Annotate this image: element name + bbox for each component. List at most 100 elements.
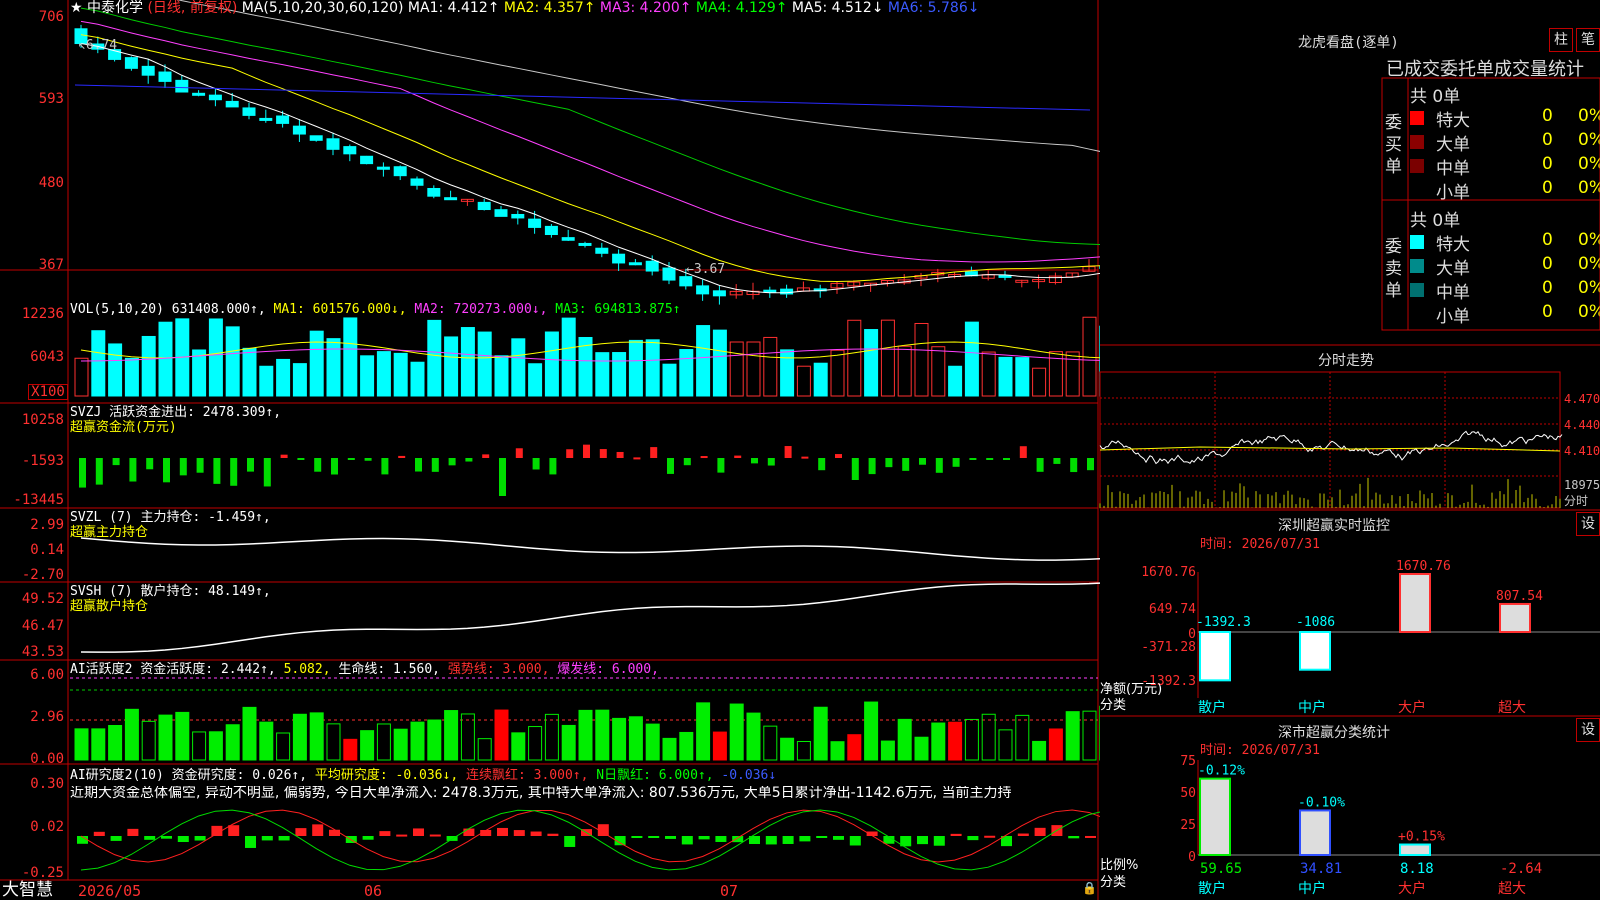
candle-body — [696, 285, 710, 295]
volume-bar — [141, 335, 156, 397]
classify-bar-2 — [1399, 843, 1431, 857]
ai-active-bar — [1082, 710, 1097, 761]
svzj-bar — [969, 458, 977, 460]
vol-header: VOL(5,10,20) 631408.000↑, MA1: 601576.00… — [70, 302, 681, 317]
ai-active-bars — [74, 701, 1100, 761]
legend-count: 0 — [1542, 278, 1553, 298]
ai-active-bar — [477, 738, 492, 761]
volume-bar — [897, 345, 912, 397]
classify-ratio-label: 比例% — [1100, 858, 1139, 873]
monitor-net-label: 净额(万元) — [1100, 682, 1163, 697]
svzj-bar — [247, 458, 254, 472]
bar-mode-button[interactable]: 柱 — [1549, 28, 1573, 52]
ai-research-axis-bot: -0.25 — [21, 865, 64, 881]
svzj-axis-bot: -13445 — [13, 492, 64, 508]
candle-body — [124, 57, 138, 69]
monitor-bar-value: -1086 — [1296, 615, 1335, 630]
volume-bar — [981, 351, 996, 397]
tick-mode-button[interactable]: 笔 — [1576, 28, 1600, 52]
legend-swatch — [1410, 159, 1424, 173]
candle-body — [208, 94, 222, 101]
svzj-bar — [398, 455, 406, 458]
monitor-settings-button[interactable]: 设 — [1576, 512, 1600, 536]
svzl-axis-top: 2.99 — [30, 517, 64, 533]
legend-name: 大单 — [1436, 135, 1470, 155]
candle-body — [410, 178, 424, 186]
legend-swatch — [1410, 111, 1424, 125]
volume-bar — [864, 329, 879, 397]
classify-bar-label: 超大 — [1498, 881, 1526, 897]
volume-bar — [948, 365, 963, 397]
svzj-header: SVZJ 活跃资金进出: 2478.309↑, 超赢资金流(万元) — [70, 405, 281, 435]
monitor-cat-label: 分类 — [1100, 698, 1127, 713]
ai-active-bar — [696, 702, 711, 761]
buy-label: 委买单 — [1385, 113, 1402, 177]
ai-research-bar — [110, 836, 122, 841]
legend-percent: 0% — [1578, 230, 1600, 250]
legend-swatch — [1410, 259, 1424, 273]
ai-research-bar — [1017, 833, 1029, 836]
legend-row-3: 小单 0 0% — [1410, 302, 1600, 327]
legend-swatch — [1410, 235, 1424, 249]
ai-active-bar — [897, 718, 912, 761]
volume-bar — [645, 339, 660, 397]
svzj-bar — [112, 458, 120, 466]
ma1-value: MA1: 4.412↑ — [407, 0, 500, 16]
ma6-value: MA6: 5.786↓ — [887, 0, 980, 16]
volume-bar — [796, 365, 811, 397]
buy-total: 共 0单 — [1410, 87, 1461, 107]
classify-time: 时间: 2026/07/31 — [1200, 743, 1320, 758]
ai-research-axis-top: 0.30 — [30, 776, 64, 792]
svzj-bar — [818, 458, 826, 471]
ai-research-bar — [161, 836, 172, 839]
sell-total: 共 0单 — [1410, 211, 1461, 231]
candle-body — [679, 276, 693, 287]
ai-active-bar — [981, 713, 996, 761]
monitor-axis-2: 649.74 — [1149, 602, 1196, 617]
candle-body — [192, 92, 206, 96]
kline-chart[interactable] — [0, 0, 1100, 900]
volume-bar — [880, 319, 895, 397]
volume-bar — [477, 331, 492, 397]
svsh-axis-bot: 43.53 — [21, 644, 64, 660]
classify-bar-delta: -0.10% — [1298, 795, 1345, 810]
svzj-bar — [465, 458, 473, 462]
svzj-bars — [79, 444, 1094, 496]
candle-body — [225, 100, 239, 108]
volume-bar — [780, 349, 795, 397]
svzj-bar — [1053, 458, 1061, 464]
monitor-bar-label: 中户 — [1298, 699, 1326, 716]
ai-research-bar — [564, 836, 576, 847]
svzj-bar — [549, 458, 557, 475]
candle-body — [628, 262, 642, 266]
legend-swatch — [1410, 283, 1424, 297]
ai-research-bar — [833, 836, 844, 840]
legend-percent: 0% — [1578, 154, 1600, 174]
ai-active-bar — [880, 740, 895, 761]
volume-bar — [192, 349, 207, 397]
ai-research-bar — [513, 830, 525, 836]
svzj-bar — [952, 458, 960, 467]
monitor-bar-0 — [1199, 631, 1231, 682]
volume-bar — [528, 363, 543, 397]
lock-icon[interactable]: 🔒 — [1082, 881, 1097, 896]
volume-bar — [1032, 367, 1047, 397]
svzj-bar — [314, 458, 322, 472]
monitor-bar-value: 807.54 — [1496, 589, 1543, 604]
ai-active-bar — [360, 730, 375, 761]
legend-name: 特大 — [1436, 235, 1470, 255]
volume-bar — [292, 363, 307, 397]
monitor-title: 深圳超赢实时监控 — [1278, 518, 1390, 534]
volume-bar — [427, 319, 442, 397]
ai-active-bar — [124, 708, 139, 761]
legend-name: 中单 — [1436, 283, 1470, 303]
sell-label: 委卖单 — [1385, 237, 1402, 301]
monitor-bar-3 — [1499, 602, 1531, 633]
classify-settings-button[interactable]: 设 — [1576, 718, 1600, 742]
monitor-bar-value: -1392.3 — [1196, 615, 1251, 630]
candle-body — [511, 213, 525, 219]
ai-active-bar — [242, 706, 257, 761]
ai-active-axis-bot: 0.00 — [30, 751, 64, 767]
vol-ma3: MA3: 694813.875↑ — [555, 302, 681, 317]
svsh-sub: 超赢散户持仓 — [70, 599, 149, 614]
